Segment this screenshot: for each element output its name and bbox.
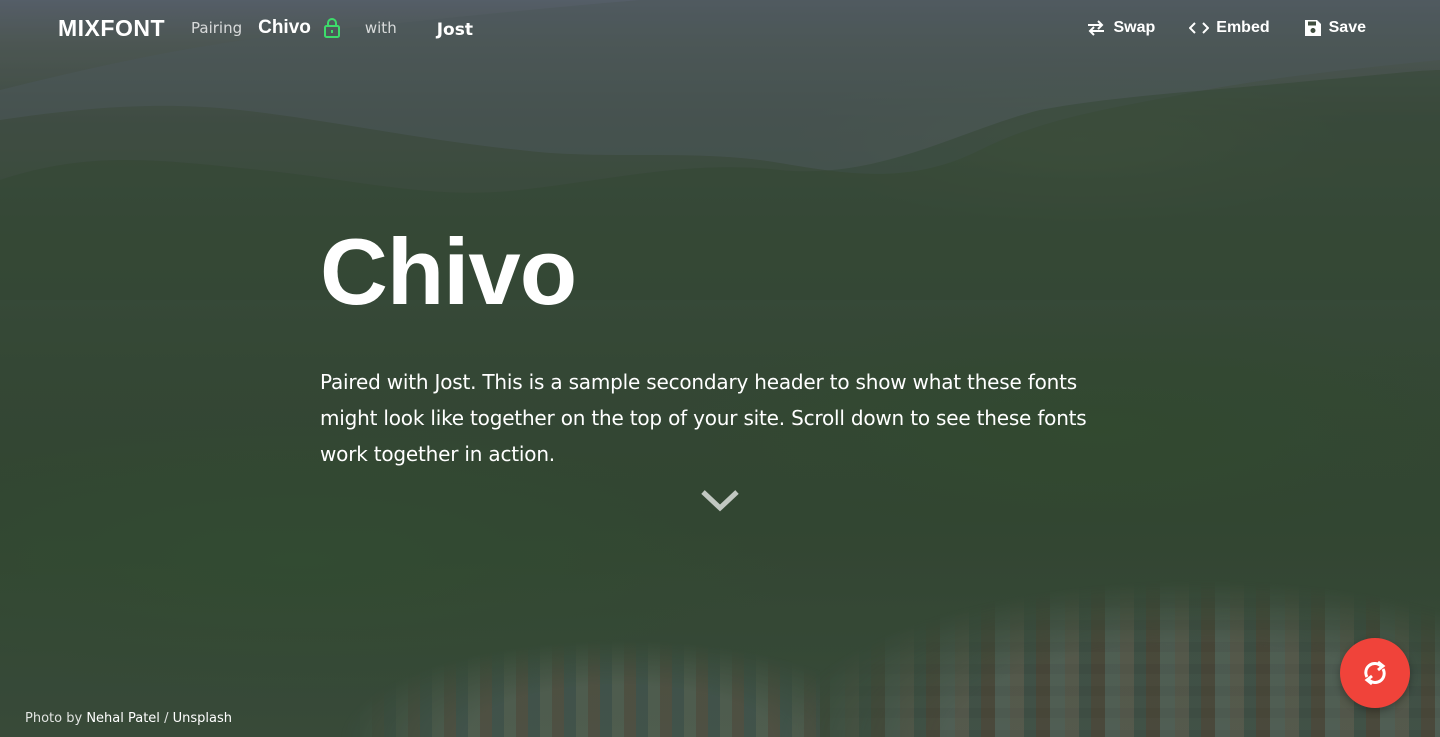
scroll-down-button[interactable]	[700, 486, 740, 516]
swap-icon	[1088, 20, 1105, 36]
credit-separator: /	[164, 711, 169, 726]
floppy-disk-icon	[1304, 20, 1321, 36]
brand-logo[interactable]: MIXFONT	[58, 15, 165, 42]
photo-credit: Photo by Nehal Patel / Unsplash	[25, 711, 232, 726]
shuffle-fonts-button[interactable]	[1340, 638, 1410, 708]
nav-actions: Swap Embed Save	[1086, 19, 1366, 37]
chevron-down-icon	[701, 490, 739, 512]
save-button[interactable]: Save	[1304, 19, 1366, 37]
hero-section: MIXFONT Pairing Chivo with Jost Swap Emb…	[0, 0, 1440, 737]
credit-author-link[interactable]: Nehal Patel	[86, 711, 160, 726]
page-title: Chivo	[320, 219, 577, 324]
refresh-icon	[1364, 660, 1386, 686]
secondary-header: Paired with Jost. This is a sample secon…	[320, 370, 1087, 466]
pairing-label: Pairing	[191, 19, 243, 37]
save-label: Save	[1328, 19, 1366, 36]
embed-label: Embed	[1216, 19, 1270, 36]
primary-font-selector[interactable]: Chivo	[258, 17, 311, 39]
credit-prefix: Photo by	[25, 711, 83, 726]
secondary-font-selector[interactable]: Jost	[437, 20, 473, 40]
hero-content: Chivo Paired with Jost. This is a sample…	[320, 222, 1120, 492]
top-nav: MIXFONT Pairing Chivo with Jost Swap Emb…	[0, 0, 1440, 56]
with-label: with	[364, 19, 397, 37]
swap-label: Swap	[1113, 19, 1156, 36]
credit-source-link[interactable]: Unsplash	[173, 711, 232, 726]
swap-button[interactable]: Swap	[1086, 19, 1155, 37]
embed-button[interactable]: Embed	[1189, 19, 1270, 37]
lock-icon[interactable]	[321, 17, 343, 39]
code-icon	[1189, 22, 1210, 34]
